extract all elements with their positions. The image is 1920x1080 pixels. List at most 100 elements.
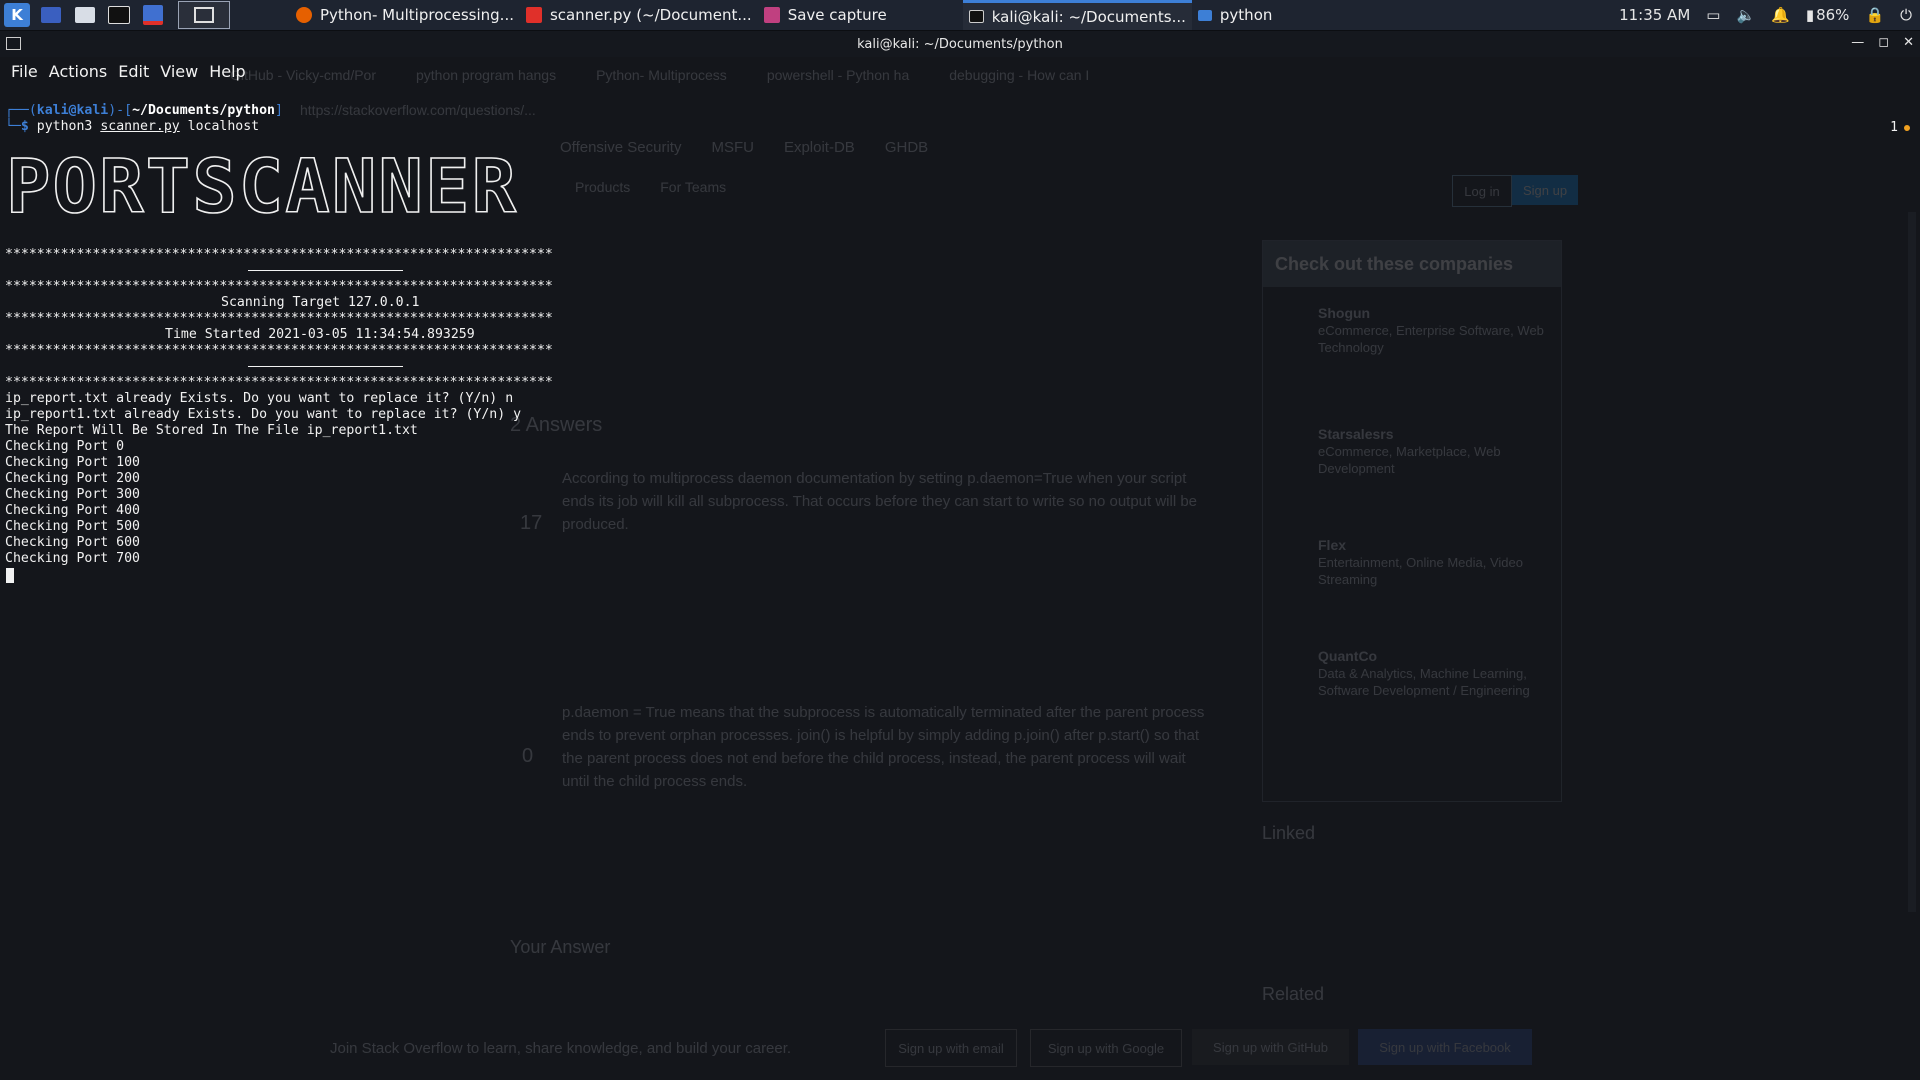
so-signup-button: Sign up (1512, 175, 1578, 205)
kali-logo-icon: K (4, 3, 30, 27)
power-icon[interactable]: ⏻ (1900, 6, 1912, 24)
output-line: Checking Port 600 (5, 535, 140, 550)
prompt-dollar: $ (20, 119, 37, 134)
terminal-icon (968, 10, 984, 23)
prompt-corner: ┌──( (5, 103, 37, 118)
firefox-icon (296, 7, 312, 23)
company-card: QuantCo Data & Analytics, Machine Learnin… (1318, 648, 1549, 699)
email-signup-button: Sign up with email (885, 1029, 1017, 1067)
browser-url: https://stackoverflow.com/questions/... (300, 102, 536, 118)
scan-target-line: Scanning Target 127.0.0.1 (221, 295, 420, 310)
bookmark: MSFU (711, 139, 754, 156)
folder-icon (1197, 9, 1212, 21)
stars-line: ****************************************… (5, 247, 553, 262)
output-line: Checking Port 500 (5, 519, 140, 534)
facebook-signup-button: Sign up with Facebook (1358, 1029, 1532, 1065)
menu-edit[interactable]: Edit (118, 62, 149, 81)
terminal-cursor (6, 568, 14, 583)
company-card: Shogun eCommerce, Enterprise Software, We… (1318, 305, 1549, 356)
volume-icon[interactable]: 🔈 (1736, 6, 1755, 24)
show-desktop-button[interactable] (37, 3, 65, 27)
prompt-user: kali@kali (36, 103, 109, 118)
time-started-line: Time Started 2021-03-05 11:34:54.893259 (165, 327, 475, 342)
notification-bell-icon[interactable]: 🔔 (1771, 6, 1790, 24)
join-banner-text: Join Stack Overflow to learn, share know… (330, 1040, 792, 1057)
task-save-capture[interactable]: Save capture (758, 0, 893, 30)
linked-heading: Linked (1262, 823, 1316, 843)
window-title: kali@kali: ~/Documents/python (857, 36, 1063, 52)
terminal-launcher[interactable] (105, 3, 133, 27)
output-line: Checking Port 200 (5, 471, 140, 486)
company-card: Starsalesrs eCommerce, Marketplace, Web D… (1318, 426, 1549, 477)
task-folder[interactable]: python (1192, 0, 1278, 30)
task-terminal[interactable]: kali@kali: ~/Documents... (962, 0, 1192, 30)
output-line: ip_report1.txt already Exists. Do you wa… (5, 407, 522, 422)
file-manager-launcher[interactable] (71, 3, 99, 27)
company-name: Shogun (1318, 305, 1371, 321)
screenshot-icon (763, 7, 780, 23)
menu-view[interactable]: View (160, 62, 198, 81)
terminal-window-icon (6, 37, 21, 50)
company-card: Flex Entertainment, Online Media, Video S… (1318, 537, 1549, 588)
bookmark: Offensive Security (560, 139, 682, 156)
company-desc: Entertainment, Online Media, Video Strea… (1318, 555, 1523, 587)
command-file: scanner.py (100, 119, 180, 134)
app-menu-button[interactable]: K (3, 3, 31, 27)
output-line: The Report Will Be Stored In The File ip… (5, 423, 418, 438)
stars-line: ****************************************… (5, 343, 553, 358)
folder-icon (75, 7, 95, 23)
menu-actions[interactable]: Actions (49, 62, 107, 81)
minimize-icon[interactable]: — (1851, 35, 1864, 50)
company-name: Starsalesrs (1318, 426, 1394, 442)
clock[interactable]: 11:35 AM (1619, 6, 1690, 24)
banner-text: PORTSCANNER (6, 150, 518, 218)
task-label: scanner.py (~/Document... (549, 6, 752, 24)
output-line: Checking Port 400 (5, 503, 140, 518)
command-arg: localhost (179, 119, 260, 134)
terminal-menubar: File Actions Edit View Help (0, 57, 1920, 85)
right-counter: 1 (1890, 120, 1898, 135)
bookmark: Exploit-DB (783, 139, 855, 156)
terminal-output[interactable]: ┌──(kali@kali)-[~/Documents/python] └─$ … (5, 103, 283, 135)
maximize-icon[interactable]: ◻ (1878, 35, 1889, 50)
text-editor-icon (525, 7, 542, 23)
so-nav-item: For Teams (660, 179, 727, 195)
browser-scrollbar (1908, 212, 1916, 912)
battery-percent: 86% (1816, 6, 1850, 24)
task-text-editor[interactable]: scanner.py (~/Document... (520, 0, 758, 30)
desktop-icon (41, 7, 61, 23)
stars-line: ****************************************… (5, 279, 553, 294)
company-desc: eCommerce, Marketplace, Web Development (1318, 444, 1501, 476)
workspace-switcher[interactable] (178, 1, 230, 29)
menu-help[interactable]: Help (209, 62, 245, 81)
lock-icon[interactable]: 🔒 (1865, 6, 1884, 24)
task-label: Save capture (787, 6, 887, 24)
answer-votes: 0 (522, 745, 534, 767)
prompt-sep: )-[ (108, 103, 133, 118)
stars-line: ****************************************… (5, 375, 553, 390)
browser-icon (143, 5, 163, 25)
company-name: QuantCo (1318, 648, 1378, 664)
menu-file[interactable]: File (11, 62, 38, 81)
browser-launcher[interactable] (139, 3, 167, 27)
terminal-icon (108, 6, 130, 24)
system-tray: 11:35 AM ▭ 🔈 🔔 ▮ 86% 🔒 ⏻ (1611, 0, 1920, 30)
company-name: Flex (1318, 537, 1347, 553)
so-nav: Products For Teams (575, 179, 726, 195)
divider-line (248, 270, 403, 271)
task-label: python (1219, 6, 1273, 24)
battery-icon[interactable]: ▮ (1806, 6, 1814, 24)
display-icon[interactable]: ▭ (1706, 6, 1720, 24)
so-nav-item: Products (575, 179, 631, 195)
prompt-corner-bottom: └─ (5, 119, 21, 134)
company-desc: Data & Analytics, Machine Learning, Soft… (1318, 666, 1530, 698)
stars-line: ****************************************… (5, 311, 553, 326)
ascii-banner: PORTSCANNER (6, 150, 518, 218)
task-firefox[interactable]: Python- Multiprocessing... (290, 0, 520, 30)
so-login-button: Log in (1452, 175, 1512, 207)
window-titlebar[interactable]: kali@kali: ~/Documents/python — ◻ ✕ (0, 31, 1920, 57)
divider-line (248, 366, 403, 367)
sidebar-title: Check out these companies (1263, 241, 1561, 287)
company-desc: eCommerce, Enterprise Software, Web Tech… (1318, 323, 1544, 355)
close-icon[interactable]: ✕ (1903, 35, 1914, 50)
